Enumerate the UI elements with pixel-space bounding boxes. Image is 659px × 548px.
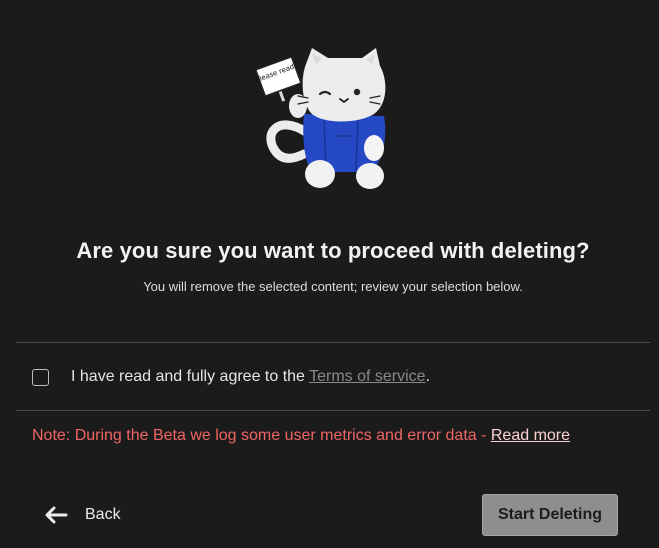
read-more-link[interactable]: Read more: [491, 427, 570, 444]
terms-label: I have read and fully agree to the Terms…: [71, 368, 430, 386]
back-label: Back: [85, 506, 121, 523]
mascot-illustration: Please read..: [254, 44, 404, 194]
divider-top: [16, 342, 650, 343]
start-deleting-button[interactable]: Start Deleting: [482, 494, 618, 536]
terms-text-end: .: [425, 368, 431, 385]
page-title: Are you sure you want to proceed with de…: [76, 238, 590, 263]
terms-checkbox[interactable]: [32, 368, 49, 386]
terms-text: I have read and fully agree to the: [71, 368, 310, 385]
beta-note-text: Note: During the Beta we log some user m…: [32, 427, 491, 444]
beta-note: Note: During the Beta we log some user m…: [32, 427, 570, 445]
back-button[interactable]: Back: [44, 500, 121, 530]
divider-bottom: [16, 410, 650, 411]
arrow-left-icon: [44, 505, 68, 525]
page-subtitle: You will remove the selected content; re…: [143, 279, 523, 294]
terms-agreement-row: I have read and fully agree to the Terms…: [32, 366, 430, 388]
cat-mascot-icon: Please read..: [254, 48, 386, 189]
terms-of-service-link[interactable]: Terms of service: [309, 368, 425, 385]
